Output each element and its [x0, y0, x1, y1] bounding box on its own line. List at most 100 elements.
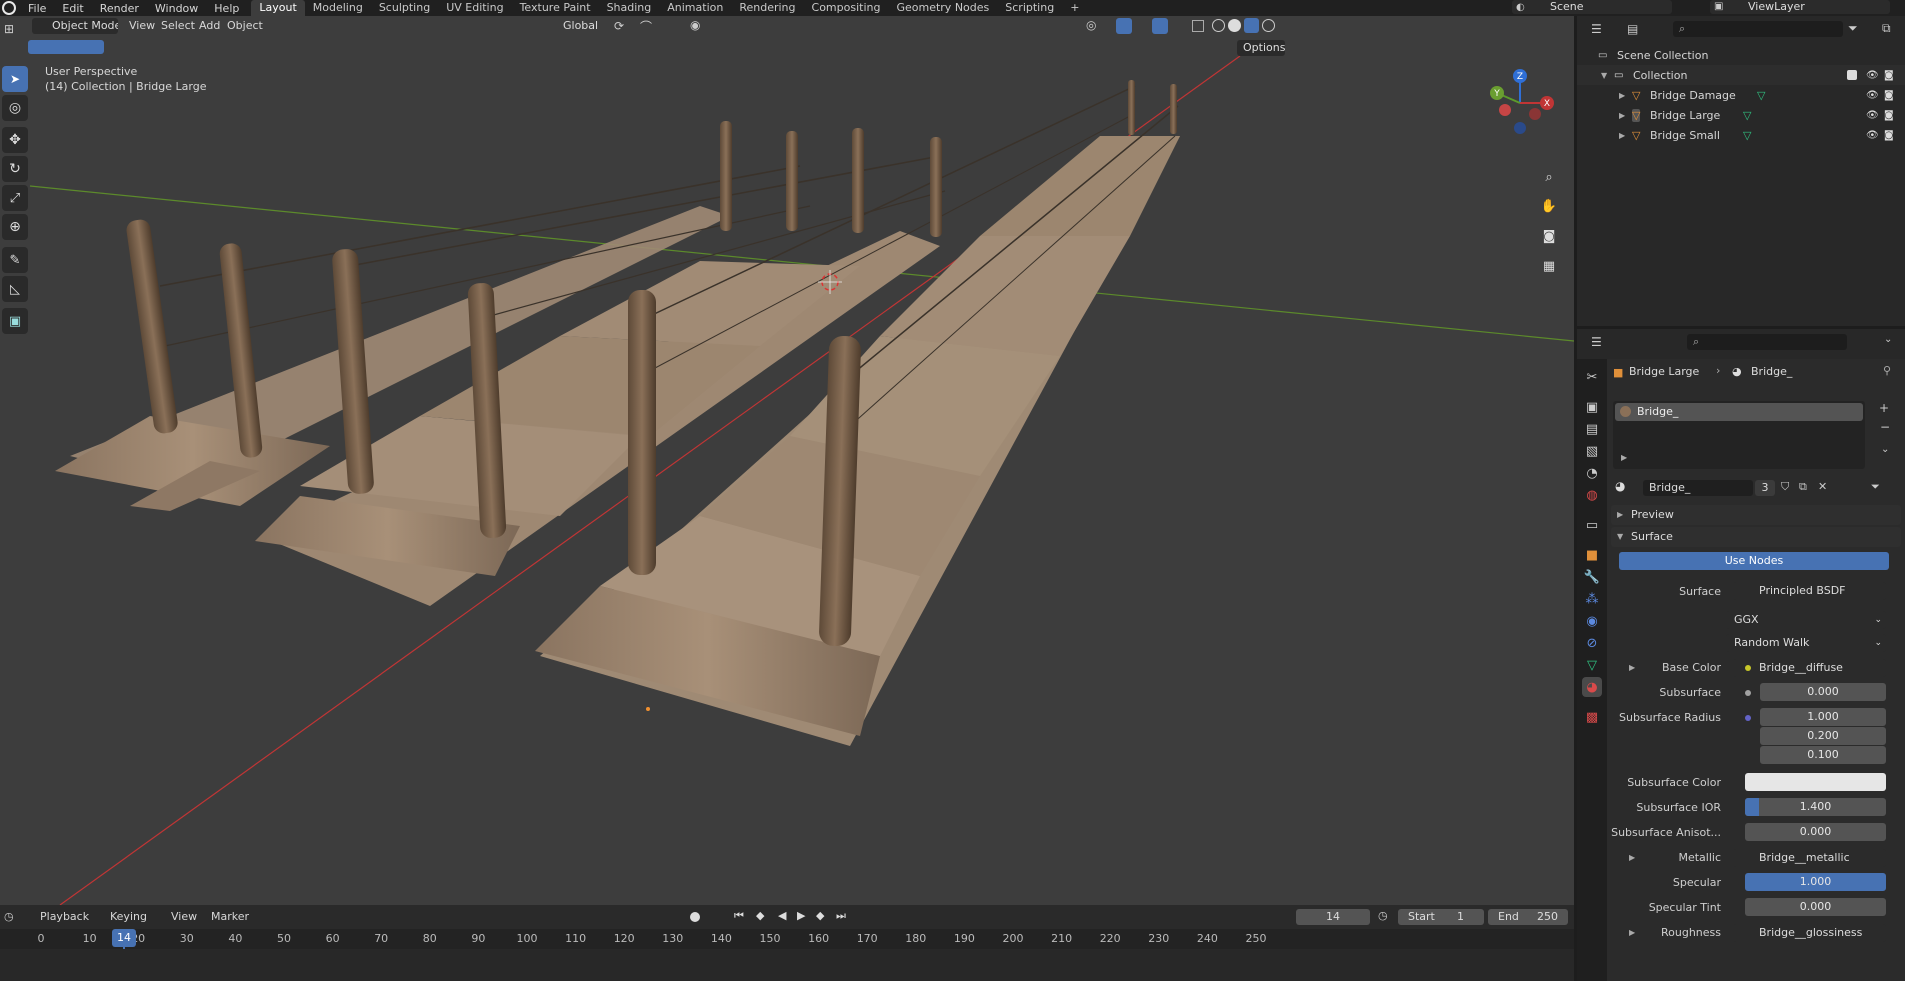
tab-modifiers[interactable]: 🔧 — [1582, 567, 1602, 587]
tab-animation[interactable]: Animation — [659, 0, 731, 16]
menu-render[interactable]: Render — [92, 2, 147, 15]
gizmo-toggle-icon[interactable] — [1116, 18, 1132, 34]
select-mode-buttons[interactable] — [28, 40, 104, 54]
jump-end-icon[interactable]: ⏭ — [836, 909, 846, 923]
menu-view[interactable]: View — [129, 19, 155, 32]
view-layer-selector[interactable]: ▣ ViewLayer — [1710, 0, 1890, 14]
subsurface-radius-y-field[interactable]: 0.200 — [1760, 727, 1886, 745]
editor-type-icon[interactable]: ⊞ — [4, 22, 14, 36]
slot-specials-button[interactable]: ⌄ — [1881, 444, 1889, 455]
tab-layout[interactable]: Layout — [251, 0, 305, 16]
link-type-icon[interactable]: ⏷ — [1871, 480, 1880, 494]
outliner-item-bridge-small[interactable]: ▶ ▽ Bridge Small ▽ 👁 ◙ — [1577, 125, 1905, 145]
camera-icon[interactable]: ◙ — [1884, 130, 1894, 141]
camera-icon[interactable]: ◙ — [1884, 90, 1894, 101]
camera-icon[interactable]: ◙ — [1884, 110, 1894, 121]
proportional-edit-icon[interactable]: ◉ — [690, 18, 700, 32]
chevron-down-icon[interactable]: ⌄ — [1884, 334, 1892, 345]
subsurface-radius-z-field[interactable]: 0.100 — [1760, 746, 1886, 764]
distribution-dropdown[interactable]: GGX ⌄ — [1726, 611, 1886, 629]
properties-search-input[interactable]: ⌕ — [1687, 334, 1847, 350]
tool-rotate[interactable]: ↻ — [2, 156, 28, 182]
expand-icon[interactable]: ▶ — [1629, 853, 1635, 862]
expand-icon[interactable]: ▶ — [1621, 453, 1627, 462]
subsurface-field[interactable]: 0.000 — [1760, 683, 1886, 701]
tab-particles[interactable]: ⁂ — [1582, 589, 1602, 609]
playhead[interactable]: 14 — [112, 929, 136, 947]
menu-add[interactable]: Add — [199, 19, 220, 32]
properties-editor[interactable]: ☰ ⌕ ⌄ ✂ ▣ ▤ ▧ ◔ ◍ ▭ ■ 🔧 ⁂ ◉ ⊘ ▽ ◕ ▩ ■ Br… — [1577, 329, 1905, 981]
properties-editor-icon[interactable]: ☰ — [1591, 335, 1602, 349]
tab-geometry-nodes[interactable]: Geometry Nodes — [888, 0, 997, 16]
scene-selector[interactable]: ◐ Scene — [1512, 0, 1672, 14]
duplicate-material-icon[interactable]: ⧉ — [1799, 480, 1807, 494]
subsurface-ior-field[interactable]: 1.400 — [1745, 798, 1886, 816]
menu-playback[interactable]: Playback — [40, 910, 89, 923]
subsurface-method-dropdown[interactable]: Random Walk ⌄ — [1726, 634, 1886, 652]
remove-slot-button[interactable]: − — [1880, 420, 1890, 434]
tab-sculpting[interactable]: Sculpting — [371, 0, 438, 16]
tab-world[interactable]: ◍ — [1582, 485, 1602, 505]
eye-icon[interactable]: 👁 — [1866, 90, 1879, 101]
solid-shading-icon[interactable] — [1228, 19, 1241, 32]
tab-tool[interactable]: ✂ — [1582, 367, 1602, 387]
expand-icon[interactable]: ▶ — [1629, 663, 1635, 672]
tab-scene[interactable]: ◔ — [1582, 463, 1602, 483]
tab-output[interactable]: ▤ — [1582, 419, 1602, 439]
visibility-icon[interactable]: ◎ — [1086, 18, 1096, 32]
preview-panel[interactable]: ▶ Preview — [1611, 505, 1901, 525]
material-name-field[interactable]: Bridge_ — [1643, 480, 1753, 496]
specular-tint-field[interactable]: 0.000 — [1745, 898, 1886, 916]
tab-texture[interactable]: ▩ — [1582, 707, 1602, 727]
roughness-field[interactable]: Bridge__glossiness — [1733, 924, 1886, 942]
frame-ruler[interactable]: 0 10 20 30 40 50 60 70 80 90 100 110 120 130 140 150 160… — [0, 929, 1574, 949]
tab-physics[interactable]: ◉ — [1582, 611, 1602, 631]
base-color-field[interactable]: Bridge__diffuse — [1733, 659, 1886, 677]
jump-start-icon[interactable]: ⏮ — [734, 909, 744, 923]
tab-data[interactable]: ▽ — [1582, 655, 1602, 675]
tab-render[interactable]: ▣ — [1582, 397, 1602, 417]
next-keyframe-icon[interactable]: ◆ — [816, 909, 824, 922]
overlay-toggle-icon[interactable] — [1152, 18, 1168, 34]
wireframe-shading-icon[interactable] — [1212, 19, 1225, 32]
tool-annotate[interactable]: ✎ — [2, 247, 28, 273]
tab-material[interactable]: ◕ — [1582, 677, 1602, 697]
tool-cursor[interactable]: ◎ — [2, 95, 28, 121]
outliner-item-bridge-damage[interactable]: ▶ ▽ Bridge Damage ▽ 👁 ◙ — [1577, 85, 1905, 105]
user-count-field[interactable]: 3 — [1755, 480, 1775, 496]
expand-icon[interactable]: ▶ — [1619, 91, 1625, 100]
tab-uv-editing[interactable]: UV Editing — [438, 0, 511, 16]
collection-row[interactable]: ▼ ▭ Collection 👁 ◙ — [1577, 65, 1905, 85]
clock-icon[interactable]: ◷ — [1378, 909, 1388, 922]
transform-orientation[interactable]: Global — [543, 18, 605, 34]
pan-button[interactable]: ✋ — [1536, 193, 1562, 219]
tool-measure[interactable]: ◺ — [2, 276, 28, 302]
tab-collection[interactable]: ▭ — [1582, 515, 1602, 535]
menu-help[interactable]: Help — [206, 2, 247, 15]
options-button[interactable]: Options — [1237, 40, 1285, 56]
menu-marker[interactable]: Marker — [211, 910, 249, 923]
menu-select[interactable]: Select — [161, 19, 195, 32]
3d-viewport[interactable]: ⊞ Object Mode View Select Add Object Glo… — [0, 16, 1574, 905]
specular-field[interactable]: 1.000 — [1745, 873, 1886, 891]
tab-modeling[interactable]: Modeling — [305, 0, 371, 16]
metallic-field[interactable]: Bridge__metallic — [1733, 849, 1886, 867]
tab-texture-paint[interactable]: Texture Paint — [512, 0, 599, 16]
start-frame-field[interactable]: Start 1 — [1398, 909, 1484, 925]
prev-keyframe-icon[interactable]: ◆ — [756, 909, 764, 922]
pivot-icon[interactable]: ⟳ — [614, 19, 624, 33]
surface-panel-header[interactable]: ▼ Surface — [1611, 527, 1901, 547]
menu-keying[interactable]: Keying — [110, 910, 147, 923]
end-frame-field[interactable]: End 250 — [1488, 909, 1568, 925]
tool-add-cube[interactable]: ▣ — [2, 308, 28, 334]
display-mode-icon[interactable]: ▤ — [1627, 22, 1638, 36]
tool-select-box[interactable]: ➤ — [2, 66, 28, 92]
tab-rendering[interactable]: Rendering — [731, 0, 803, 16]
subsurface-color-swatch[interactable] — [1745, 773, 1886, 791]
outliner[interactable]: ☰ ▤ ⌕ ⏷ ⧉ ▭ Scene Collection ▼ ▭ Collect… — [1577, 16, 1905, 326]
scene-collection-row[interactable]: ▭ Scene Collection — [1577, 45, 1905, 65]
menu-timeline-view[interactable]: View — [171, 910, 197, 923]
tab-constraints[interactable]: ⊘ — [1582, 633, 1602, 653]
current-frame-field[interactable]: 14 — [1296, 909, 1370, 925]
timeline[interactable]: ◷ Playback Keying View Marker ⏮ ◆ ◀ ▶ ◆ … — [0, 905, 1574, 981]
